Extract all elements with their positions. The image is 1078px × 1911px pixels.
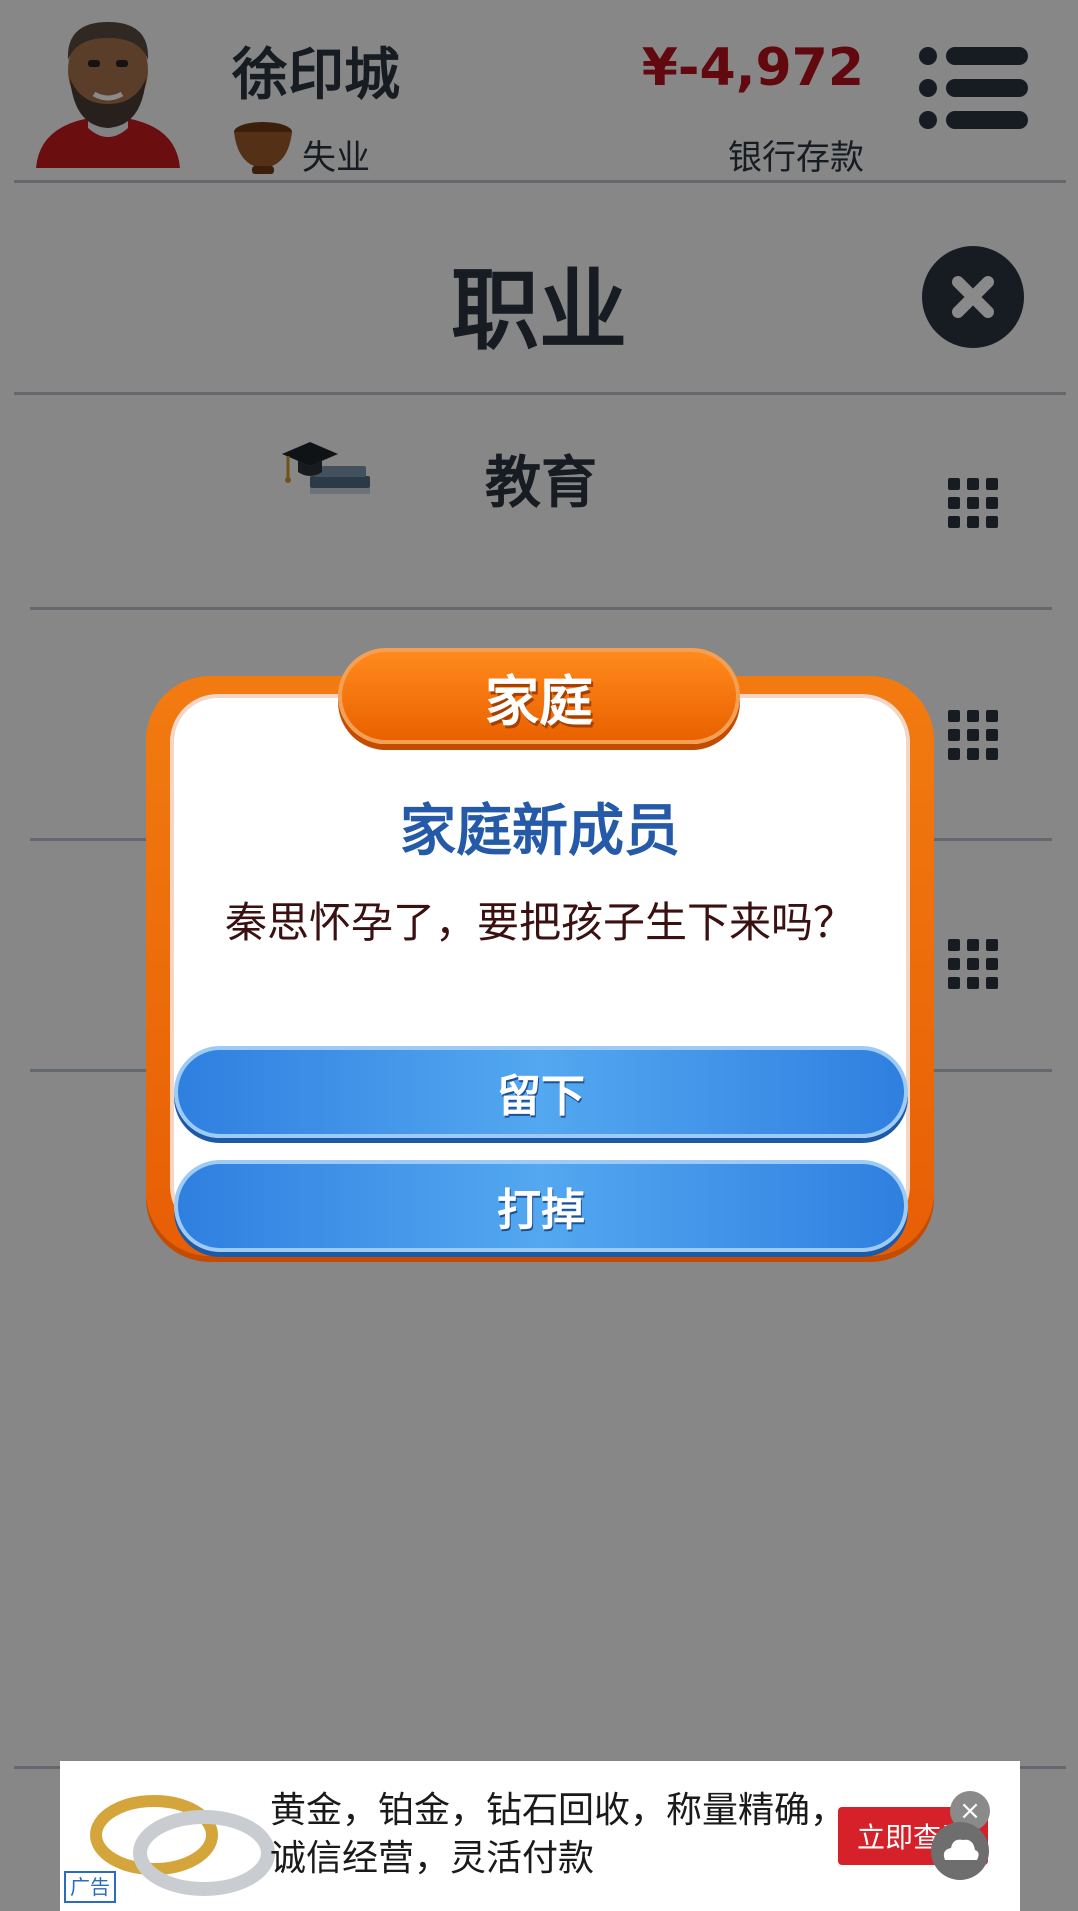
keep-button-label: 留下 [497, 1071, 585, 1122]
ad-tag: 广告 [64, 1871, 116, 1903]
dialog-title: 家庭新成员 [400, 799, 680, 864]
keep-button[interactable]: 留下 [174, 1046, 908, 1138]
dialog-category-ribbon: 家庭 [338, 648, 740, 744]
ad-text: 黄金，铂金，钻石回收，称量精确，诚信经营，灵活付款 [270, 1790, 847, 1879]
cloud-icon [943, 1839, 979, 1860]
abort-button-label: 打掉 [497, 1185, 585, 1236]
dialog-category: 家庭 [485, 669, 593, 733]
abort-button[interactable]: 打掉 [174, 1160, 908, 1252]
floating-assist-icon[interactable] [931, 1822, 989, 1880]
dialog-body [170, 694, 910, 1234]
dialog-message: 秦思怀孕了，要把孩子生下来吗？ [225, 898, 856, 947]
ad-banner[interactable]: 广告 黄金，铂金，钻石回收，称量精确，诚信经营，灵活付款 立即查看 × [60, 1761, 1020, 1911]
